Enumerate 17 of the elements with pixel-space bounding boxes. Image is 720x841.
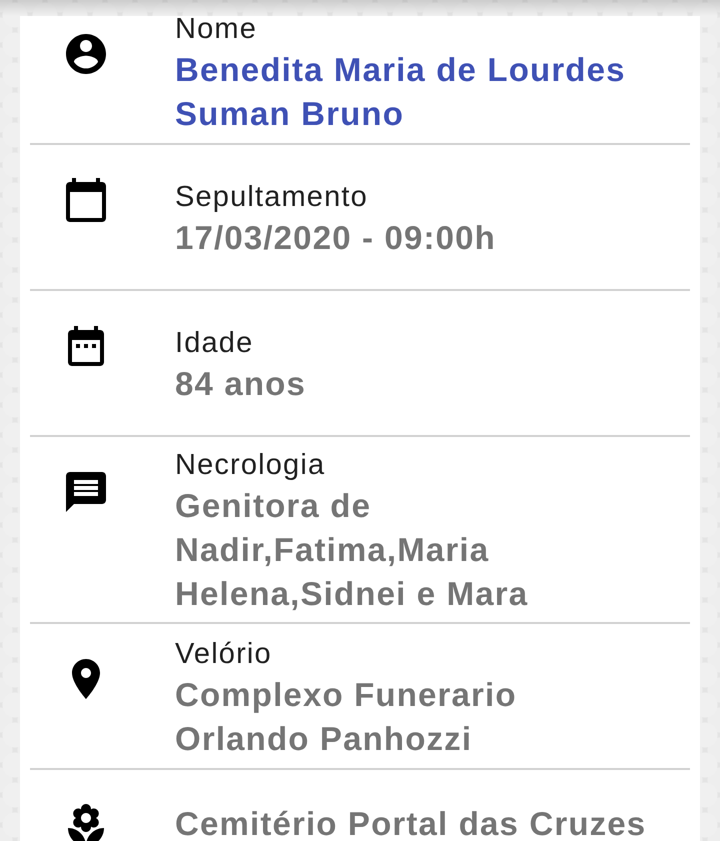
field-value: 84 anos — [175, 364, 306, 404]
person-icon — [66, 34, 106, 74]
field-label: Idade — [175, 326, 254, 360]
field-value: Complexo Funerario Orlando Panhozzi — [175, 674, 518, 758]
location-pin-icon — [72, 659, 100, 699]
flower-icon — [68, 804, 104, 841]
field-label: Necrologia — [175, 448, 326, 483]
field-label: Sepultamento — [175, 180, 368, 214]
calendar-icon — [68, 326, 104, 366]
field-label: Velório — [175, 636, 272, 672]
calendar-icon — [66, 178, 106, 222]
field-label: Nome — [175, 16, 257, 46]
field-value: Benedita Maria de Lourdes Suman Bruno — [175, 50, 627, 134]
field-value: Cemitério Portal das Cruzes — [175, 804, 646, 841]
message-icon — [66, 472, 106, 512]
field-value: Genitora de Nadir,Fatima,Maria Helena,Sidnei e Mara — [175, 486, 530, 614]
field-value: 17/03/2020 - 09:00h — [175, 218, 496, 258]
